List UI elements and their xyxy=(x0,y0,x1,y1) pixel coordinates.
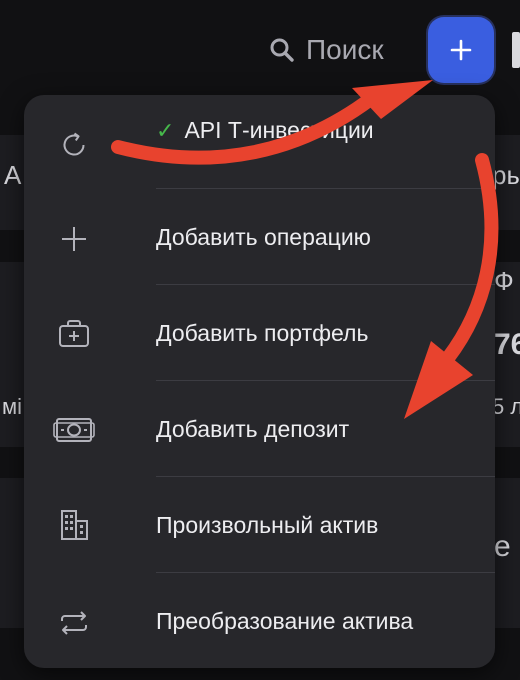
divider xyxy=(156,284,495,285)
briefcase-plus-icon xyxy=(59,320,89,347)
add-button[interactable] xyxy=(428,17,494,83)
search-label: Поиск xyxy=(306,34,384,65)
menu-item-label: ✓ API Т-инвестиции xyxy=(156,117,374,143)
swap-arrows-icon xyxy=(61,611,87,635)
background-text: Ф xyxy=(494,266,514,296)
menu-item-add-operation[interactable]: Добавить операцию xyxy=(24,191,495,287)
background-text: 76 xyxy=(494,328,520,361)
menu-item-api-t-investments[interactable]: ✓ API Т-инвестиции xyxy=(24,95,495,191)
menu-item-label: Добавить операцию xyxy=(156,224,371,250)
add-menu: ✓ API Т-инвестиции Добавить операцию Доба… xyxy=(24,95,495,668)
menu-item-label: Добавить депозит xyxy=(156,416,350,442)
menu-item-label: Добавить портфель xyxy=(156,320,369,346)
background-text: мі xyxy=(2,394,23,419)
menu-item-asset-conversion[interactable]: Преобразование актива xyxy=(24,575,495,668)
menu-item-add-portfolio[interactable]: Добавить портфель xyxy=(24,287,495,383)
divider xyxy=(156,380,495,381)
plus-icon xyxy=(62,227,86,251)
menu-item-label: Произвольный актив xyxy=(156,512,379,538)
search-button[interactable]: Поиск xyxy=(268,32,384,68)
menu-item-custom-asset[interactable]: Произвольный актив xyxy=(24,479,495,575)
search-icon xyxy=(270,38,294,62)
banknote-icon xyxy=(53,418,95,442)
divider xyxy=(156,188,495,189)
background-text: е xyxy=(494,530,511,563)
background-text: A xyxy=(4,160,22,190)
top-bar: Поиск xyxy=(0,0,520,100)
plus-icon xyxy=(450,39,472,61)
check-icon: ✓ xyxy=(156,118,175,143)
building-icon xyxy=(61,510,88,540)
background-text: ры xyxy=(492,160,520,190)
background-tab-edge xyxy=(512,32,520,68)
menu-item-label: Преобразование актива xyxy=(156,608,414,634)
background-text: 5 л xyxy=(492,394,520,419)
divider xyxy=(156,572,495,573)
divider xyxy=(156,476,495,477)
refresh-icon xyxy=(63,132,85,156)
menu-item-add-deposit[interactable]: Добавить депозит xyxy=(24,383,495,479)
